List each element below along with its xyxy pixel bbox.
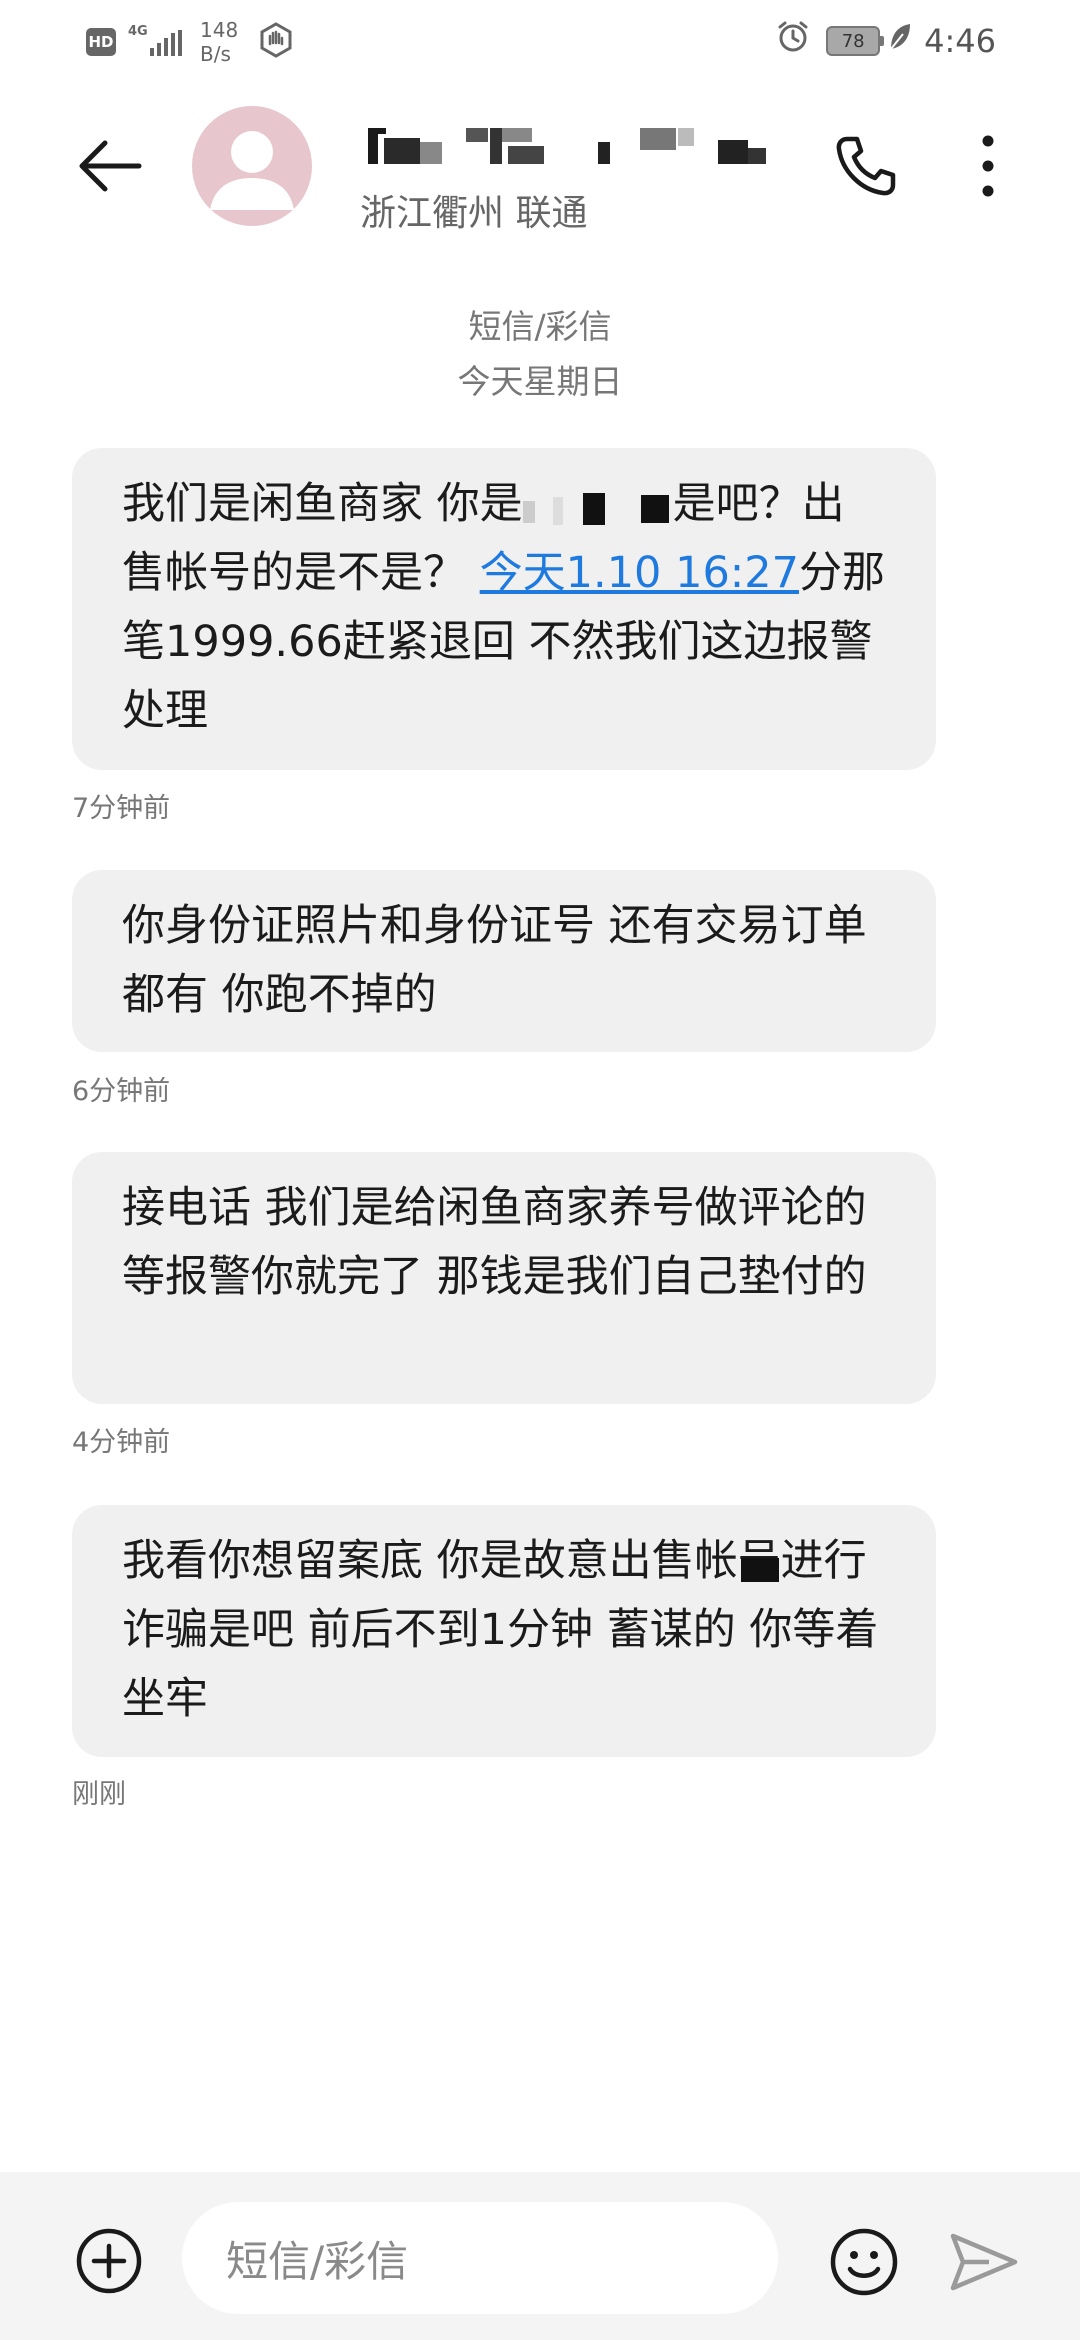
status-left: HD 4G 148 B/s xyxy=(86,18,294,66)
avatar-icon xyxy=(210,131,294,210)
emoji-icon xyxy=(830,2228,898,2296)
clock: 4:46 xyxy=(924,22,996,60)
emoji-button[interactable] xyxy=(828,2226,900,2298)
speed-value: 148 xyxy=(200,18,239,42)
redacted-name xyxy=(522,487,673,527)
message-time: 4分钟前 xyxy=(72,1427,171,1458)
network-speed: 148 B/s xyxy=(200,18,238,66)
composer-bar: 短信/彩信 xyxy=(0,2172,1080,2340)
message-time: 6分钟前 xyxy=(72,1076,171,1107)
phone-icon xyxy=(836,136,896,196)
message-bubble[interactable]: 接电话 我们是给闲鱼商家养号做评论的 等报警你就完了 那钱是我们自己垫付的 xyxy=(72,1152,936,1404)
hand-icon xyxy=(258,22,294,62)
contact-location: 浙江衢州 联通 xyxy=(360,193,588,234)
message-time: 7分钟前 xyxy=(72,793,171,824)
signal-icon: 4G xyxy=(126,24,184,60)
add-attachment-button[interactable] xyxy=(74,2226,144,2296)
back-arrow-icon xyxy=(79,140,142,192)
message-text: 我看你想留案底 你是故意出售帐号 xyxy=(122,1536,781,1586)
message-bubble[interactable]: 我看你想留案底 你是故意出售帐号 进行诈骗是吧 前后不到1分钟 蓄谋的 你等着坐牢 xyxy=(72,1505,936,1757)
status-bar: HD 4G 148 B/s 78 4:46 xyxy=(0,0,1080,80)
conversation-header: 浙江衢州 联通 xyxy=(0,96,1080,246)
hd-icon: HD xyxy=(86,28,116,56)
status-right: 78 4:46 xyxy=(776,20,996,62)
alarm-icon xyxy=(776,20,810,62)
date-link[interactable]: 今天1.10 16:27 xyxy=(480,548,799,598)
send-button[interactable] xyxy=(948,2226,1020,2298)
call-button[interactable] xyxy=(826,126,906,206)
message-input-placeholder: 短信/彩信 xyxy=(226,2236,409,2286)
speed-unit: B/s xyxy=(200,42,231,66)
add-circle-icon xyxy=(76,2228,142,2294)
message-bubble[interactable]: 我们是闲鱼商家 你是 是吧？出售帐号的是不是？ 今天1.10 16:27分那笔19… xyxy=(72,448,936,770)
thread-date-label: 今天星期日 xyxy=(457,362,623,401)
thread-type-label: 短信/彩信 xyxy=(468,307,612,346)
message-text: 接电话 我们是给闲鱼商家养号做评论的 等报警你就完了 那钱是我们自己垫付的 xyxy=(122,1183,867,1302)
send-icon xyxy=(950,2233,1018,2291)
leaf-icon xyxy=(888,22,912,60)
network-type: 4G xyxy=(128,24,148,39)
avatar[interactable] xyxy=(192,106,312,226)
message-bubble[interactable]: 你身份证照片和身份证号 还有交易订单都有 你跑不掉的 xyxy=(72,870,936,1052)
contact-number-redacted xyxy=(362,114,772,166)
back-button[interactable] xyxy=(70,126,150,206)
message-text: 我们是闲鱼商家 你是 xyxy=(122,479,523,529)
message-time: 刚刚 xyxy=(72,1779,126,1810)
message-input[interactable]: 短信/彩信 xyxy=(182,2202,778,2314)
more-options-button[interactable] xyxy=(958,126,1018,206)
message-text: 你身份证照片和身份证号 还有交易订单都有 你跑不掉的 xyxy=(122,901,867,1020)
battery-icon: 78 xyxy=(826,26,885,56)
battery-level: 78 xyxy=(841,30,865,52)
more-vertical-icon xyxy=(982,135,994,197)
